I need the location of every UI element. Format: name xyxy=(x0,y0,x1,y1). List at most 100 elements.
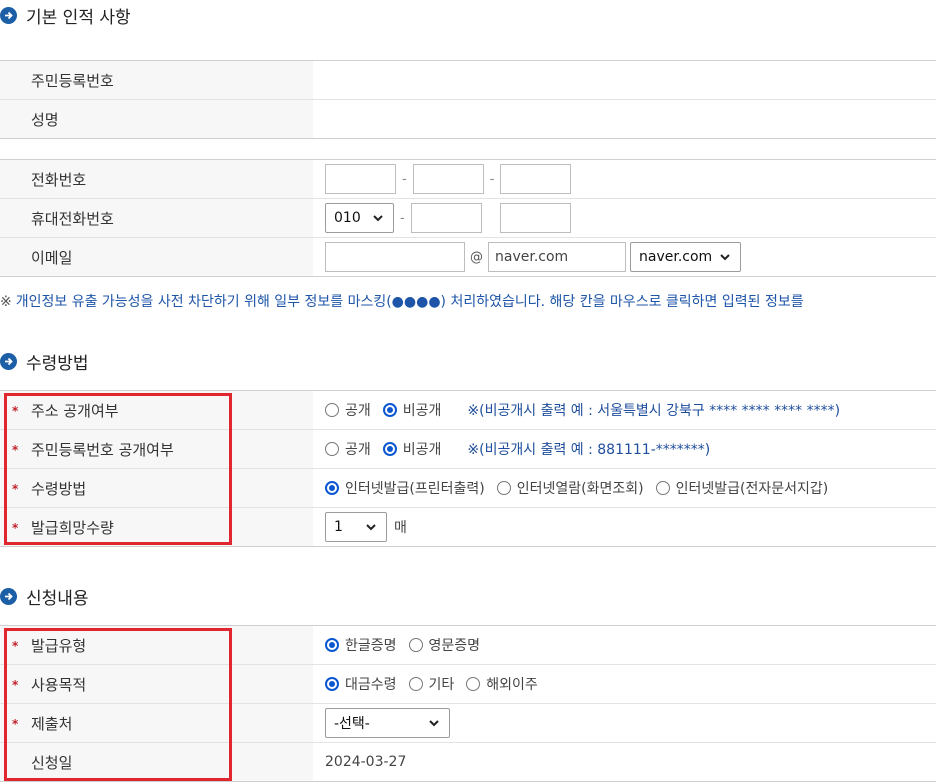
arrow-right-icon xyxy=(0,352,17,370)
radio-circle xyxy=(408,638,423,652)
submit-to-controls: -선택- xyxy=(313,704,936,742)
radio-label: 비공개 xyxy=(402,403,442,419)
name-label: 성명 xyxy=(0,100,313,138)
section-title-receive: 수령방법 xyxy=(0,346,89,376)
radio-purpose-emigration[interactable]: 해외이주 xyxy=(466,674,538,694)
radio-label: 공개 xyxy=(345,403,371,419)
radio-type-korean[interactable]: 한글증명 xyxy=(325,635,397,655)
mobile-inputs: 010 - xyxy=(313,199,936,237)
mobile-prefix-select[interactable]: 010 xyxy=(325,203,394,233)
highlight-box-receive xyxy=(4,393,232,545)
radio-method-view[interactable]: 인터넷열람(화면조회) xyxy=(496,478,644,498)
quantity-select[interactable]: 1 xyxy=(325,512,387,542)
mobile-prefix-value: 010 xyxy=(334,210,361,226)
radio-rrn-public[interactable]: 공개 xyxy=(325,439,371,459)
issue-type-options: 한글증명 영문증명 xyxy=(313,626,936,664)
phone-label: 전화번호 xyxy=(0,160,313,198)
address-example-note: ※(비공개시 출력 예 : 서울특별시 강북구 **** **** **** *… xyxy=(467,403,841,419)
radio-circle-checked xyxy=(382,442,397,456)
mobile-label: 휴대전화번호 xyxy=(0,199,313,237)
quantity-unit: 매 xyxy=(394,520,407,536)
radio-address-private[interactable]: 비공개 xyxy=(382,400,442,420)
chevron-down-icon xyxy=(373,215,383,222)
radio-address-public[interactable]: 공개 xyxy=(325,400,371,420)
masking-notice: ※ 개인정보 유출 가능성을 사전 차단하기 위해 일부 정보를 마스킹(●●●●… xyxy=(0,291,936,311)
email-domain-field[interactable]: naver.com xyxy=(488,242,626,272)
dash: - xyxy=(400,210,405,226)
submit-to-select[interactable]: -선택- xyxy=(325,708,450,738)
purpose-options: 대금수령 기타 해외이주 xyxy=(313,665,936,703)
table-row: 전화번호 - - xyxy=(0,160,936,199)
radio-circle-checked xyxy=(325,638,339,652)
phone-field-2[interactable] xyxy=(412,164,484,194)
phone-field-1[interactable] xyxy=(325,164,396,194)
rrn-label: 주민등록번호 xyxy=(0,61,313,99)
radio-circle-checked xyxy=(325,677,339,691)
radio-circle xyxy=(408,677,423,691)
phone-inputs: - - xyxy=(313,160,936,198)
radio-label: 대금수령 xyxy=(345,677,397,693)
section-title-basic: 기본 인적 사항 xyxy=(0,0,131,30)
notice-mark: ※ xyxy=(0,294,12,310)
radio-circle-checked xyxy=(325,481,339,495)
rrn-example-note: ※(비공개시 출력 예 : 881111-*******) xyxy=(467,442,711,458)
basic-info-table-1: 주민등록번호 성명 xyxy=(0,60,936,139)
chevron-down-icon xyxy=(720,254,730,261)
radio-label: 인터넷발급(전자문서지갑) xyxy=(675,481,829,497)
quantity-controls: 1 매 xyxy=(313,508,936,546)
table-row: 주민등록번호 xyxy=(0,61,936,100)
radio-circle xyxy=(325,442,339,456)
email-domain-select-value: naver.com xyxy=(639,249,713,265)
chevron-down-icon xyxy=(429,720,439,727)
phone-field-3[interactable] xyxy=(500,164,572,194)
radio-label: 한글증명 xyxy=(345,638,397,654)
radio-circle xyxy=(496,481,511,495)
radio-purpose-other[interactable]: 기타 xyxy=(408,674,455,694)
mobile-field-2[interactable] xyxy=(410,203,482,233)
rrn-value xyxy=(313,61,936,99)
radio-label: 공개 xyxy=(345,442,371,458)
radio-purpose-payment[interactable]: 대금수령 xyxy=(325,674,397,694)
name-value xyxy=(313,100,936,138)
radio-label: 기타 xyxy=(428,677,455,693)
rrn-disclosure-options: 공개 비공개 ※(비공개시 출력 예 : 881111-*******) xyxy=(313,430,936,468)
basic-info-table-2: 전화번호 - - 휴대전화번호 010 - 이메일 @ naver.com na… xyxy=(0,159,936,277)
request-date-value: 2024-03-27 xyxy=(325,754,407,770)
mobile-field-3[interactable] xyxy=(499,203,571,233)
radio-label: 인터넷발급(프린터출력) xyxy=(345,481,485,497)
radio-method-wallet[interactable]: 인터넷발급(전자문서지갑) xyxy=(655,478,829,498)
email-inputs: @ naver.com naver.com xyxy=(313,238,936,276)
email-at-sign: @ xyxy=(470,249,483,265)
highlight-box-request xyxy=(4,628,232,781)
radio-circle xyxy=(655,481,670,495)
dash: - xyxy=(402,171,407,187)
arrow-right-icon xyxy=(0,587,17,605)
email-id-field[interactable] xyxy=(325,242,465,272)
radio-label: 비공개 xyxy=(402,442,442,458)
section-title-text: 기본 인적 사항 xyxy=(26,7,131,28)
receive-method-options: 인터넷발급(프린터출력) 인터넷열람(화면조회) 인터넷발급(전자문서지갑) xyxy=(313,469,936,507)
submit-to-value: -선택- xyxy=(334,716,370,732)
radio-label: 해외이주 xyxy=(486,677,538,693)
arrow-right-icon xyxy=(0,6,17,24)
email-label: 이메일 xyxy=(0,238,313,276)
radio-method-print[interactable]: 인터넷발급(프린터출력) xyxy=(325,478,485,498)
email-domain-select[interactable]: naver.com xyxy=(630,242,741,272)
section-title-request: 신청내용 xyxy=(0,581,89,611)
section-title-text: 수령방법 xyxy=(26,353,89,374)
radio-circle-checked xyxy=(382,403,397,417)
radio-type-english[interactable]: 영문증명 xyxy=(408,635,481,655)
chevron-down-icon xyxy=(366,524,376,531)
table-row: 성명 xyxy=(0,100,936,139)
table-row: 휴대전화번호 010 - xyxy=(0,199,936,238)
quantity-value: 1 xyxy=(334,519,343,535)
section-title-text: 신청내용 xyxy=(26,588,89,609)
radio-circle xyxy=(466,677,481,691)
radio-label: 영문증명 xyxy=(428,638,481,654)
radio-rrn-private[interactable]: 비공개 xyxy=(382,439,442,459)
radio-label: 인터넷열람(화면조회) xyxy=(516,481,644,497)
address-disclosure-options: 공개 비공개 ※(비공개시 출력 예 : 서울특별시 강북구 **** ****… xyxy=(313,391,936,429)
radio-circle xyxy=(325,403,339,417)
dash: - xyxy=(489,171,495,187)
notice-text: 개인정보 유출 가능성을 사전 차단하기 위해 일부 정보를 마스킹(●●●●)… xyxy=(15,294,804,310)
